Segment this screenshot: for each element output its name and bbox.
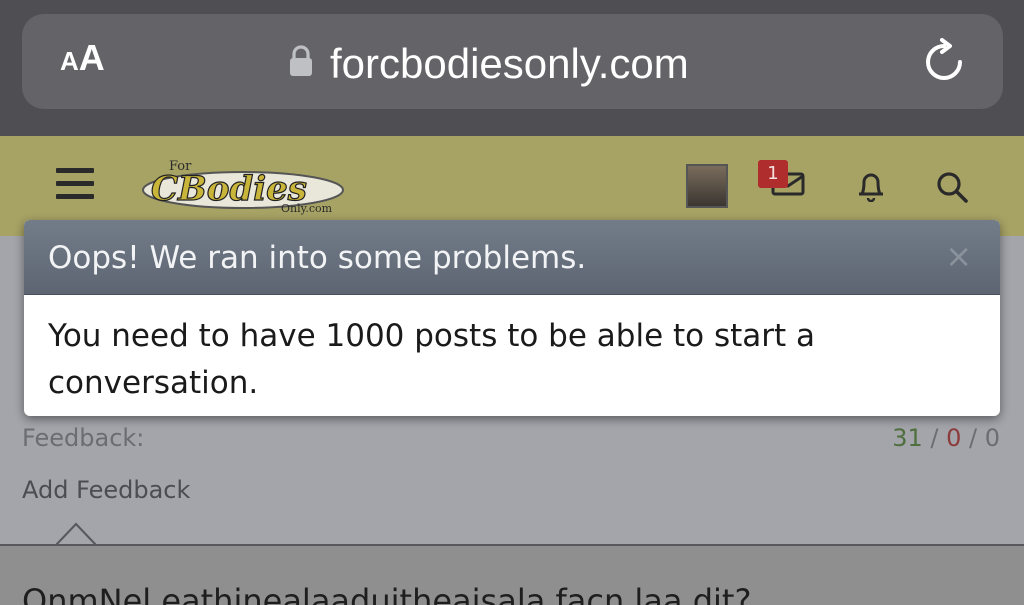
add-feedback-link[interactable]: Add Feedback xyxy=(22,476,190,504)
inbox-unread-badge: 1 xyxy=(758,160,788,188)
hamburger-menu-icon[interactable] xyxy=(56,168,94,202)
reader-text-size-button[interactable]: AA xyxy=(60,40,105,76)
browser-toolbar: AA forcbodiesonly.com xyxy=(0,0,1024,136)
search-icon[interactable] xyxy=(935,170,969,204)
tab-pointer-caret xyxy=(56,522,96,546)
avatar[interactable] xyxy=(686,164,728,208)
text-size-small-glyph: A xyxy=(60,46,79,76)
url-text[interactable]: forcbodiesonly.com xyxy=(330,38,689,90)
text-size-large-glyph: A xyxy=(78,37,105,78)
error-dialog: Oops! We ran into some problems. × You n… xyxy=(24,220,1000,416)
site-logo[interactable]: For CBodies Only.com xyxy=(133,152,348,217)
feedback-counts: 31 / 0 / 0 xyxy=(892,424,1000,452)
lock-icon xyxy=(290,45,312,76)
dialog-header: Oops! We ran into some problems. × xyxy=(24,220,1000,295)
reload-icon[interactable] xyxy=(920,38,968,86)
cropped-post-text: OnmNel eathinealaaduitheaisala facn laa … xyxy=(22,582,752,605)
svg-text:Only.com: Only.com xyxy=(281,202,333,215)
dialog-message: You need to have 1000 posts to be able t… xyxy=(48,318,816,401)
bell-icon[interactable] xyxy=(856,170,886,202)
feedback-label: Feedback: xyxy=(22,424,145,452)
feedback-separator: / xyxy=(922,424,947,452)
close-icon[interactable]: × xyxy=(945,240,972,272)
feedback-positive-count: 31 xyxy=(892,424,923,452)
feedback-separator: / xyxy=(961,424,985,452)
feedback-negative-count: 0 xyxy=(984,424,1000,452)
feedback-neutral-count: 0 xyxy=(946,424,962,452)
dialog-title: Oops! We ran into some problems. xyxy=(48,240,587,276)
